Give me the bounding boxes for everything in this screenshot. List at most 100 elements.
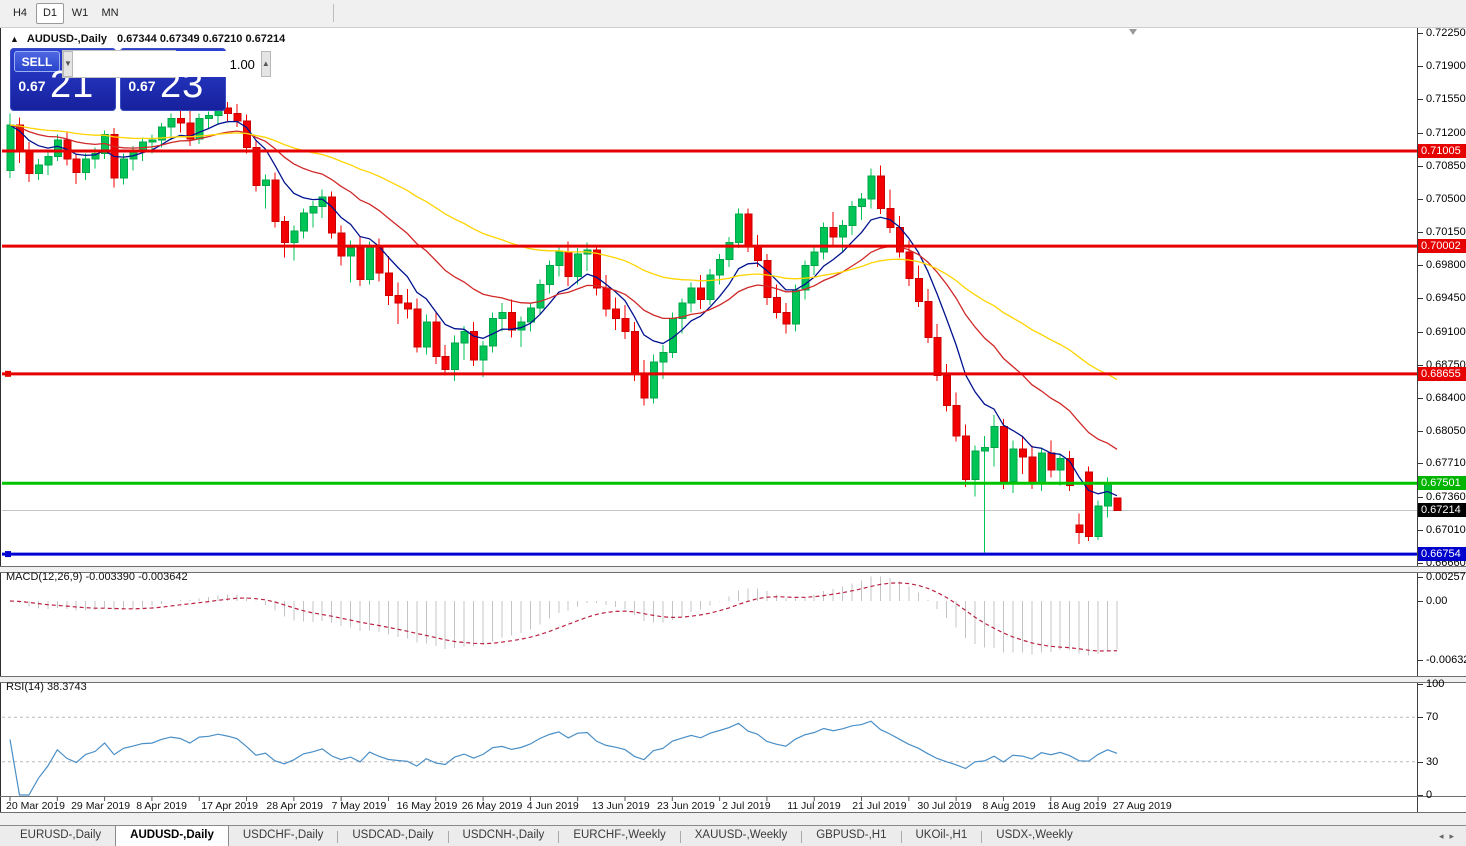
price-axis-tickmark — [1418, 66, 1423, 67]
symbol-tab-bar: EURUSD-,DailyAUDUSD-,DailyUSDCHF-,DailyU… — [0, 825, 1466, 846]
candles-layer — [7, 102, 1121, 552]
price-badge-0.70002: 0.70002 — [1418, 239, 1466, 253]
chart-left-border — [0, 28, 1, 813]
volume-decrease-button[interactable]: ▼ — [63, 51, 73, 77]
price-axis-tickmark — [1418, 99, 1423, 100]
price-chart-svg[interactable] — [0, 0, 1466, 846]
date-axis-label: 29 Mar 2019 — [71, 800, 130, 812]
price-axis-tickmark — [1418, 463, 1423, 464]
rsi-line — [10, 721, 1117, 795]
price-axis-tick: 0.71550 — [1426, 93, 1466, 105]
date-axis-label: 16 May 2019 — [397, 800, 458, 812]
ma-fast-line — [10, 122, 1117, 496]
date-axis-label: 27 Aug 2019 — [1113, 800, 1172, 812]
tabs-scroll-left-icon[interactable]: ◂ — [1439, 831, 1450, 841]
price-axis-tickmark — [1418, 33, 1423, 34]
tab-usdcad-daily[interactable]: USDCAD-,Daily — [338, 826, 447, 846]
tab-gbpusd-h1[interactable]: GBPUSD-,H1 — [802, 826, 900, 846]
price-axis-tickmark — [1418, 431, 1423, 432]
price-axis-tick: 0.70500 — [1426, 193, 1466, 205]
date-axis-label: 26 May 2019 — [462, 800, 523, 812]
rsi-axis-tickmark — [1418, 762, 1423, 763]
rsi-bottom-border — [0, 796, 1466, 797]
toolbar-timeframe-d1[interactable]: D1 — [36, 3, 64, 24]
tab-scroll-arrows: ◂▸ — [1439, 831, 1460, 842]
tab-usdchf-daily[interactable]: USDCHF-,Daily — [229, 826, 338, 846]
price-axis-tick: 0.67010 — [1426, 524, 1466, 536]
date-axis-label: 8 Aug 2019 — [983, 800, 1036, 812]
tab-xauusd-weekly[interactable]: XAUUSD-,Weekly — [681, 826, 801, 846]
toolbar-timeframe-mn[interactable]: MN — [96, 3, 124, 24]
price-axis-tick: 0.72250 — [1426, 27, 1466, 39]
rsi-axis-tickmark — [1418, 684, 1423, 685]
toolbar-timeframe-h4[interactable]: H4 — [6, 3, 34, 24]
date-axis-label: 2 Jul 2019 — [722, 800, 770, 812]
bottom-gap — [0, 813, 1466, 825]
date-axis-label: 4 Jun 2019 — [527, 800, 579, 812]
date-axis-label: 23 Jun 2019 — [657, 800, 715, 812]
buy-price-prefix: 0.67 — [128, 78, 155, 94]
rsi-axis-tick: 70 — [1426, 711, 1438, 723]
toolbar-separator — [333, 4, 334, 22]
rsi-value: 38.3743 — [47, 681, 87, 693]
macd-axis-tickmark — [1418, 601, 1423, 602]
macd-name: MACD(12,26,9) — [6, 571, 82, 583]
date-axis-label: 7 May 2019 — [332, 800, 387, 812]
price-axis-tickmark — [1418, 398, 1423, 399]
macd-axis-tick: 0.00 — [1426, 595, 1447, 607]
date-axis-label: 28 Apr 2019 — [266, 800, 323, 812]
macd-signal-line — [10, 583, 1117, 651]
macd-axis-tickmark — [1418, 660, 1423, 661]
price-axis-tick: 0.69800 — [1426, 259, 1466, 271]
price-axis-tickmark — [1418, 199, 1423, 200]
macd-histogram — [10, 577, 1117, 656]
symbol-title: AUDUSD-,Daily — [27, 33, 107, 45]
rsi-axis-tickmark — [1418, 717, 1423, 718]
price-axis-tick: 0.67710 — [1426, 457, 1466, 469]
tab-ukoil-h1[interactable]: UKOil-,H1 — [902, 826, 982, 846]
rsi-name: RSI(14) — [6, 681, 44, 693]
price-badge-0.67501: 0.67501 — [1418, 476, 1466, 490]
volume-increase-button[interactable]: ▲ — [261, 51, 271, 77]
date-axis-label: 20 Mar 2019 — [6, 800, 65, 812]
price-axis-tick: 0.69100 — [1426, 326, 1466, 338]
main-macd-splitter[interactable] — [0, 566, 1466, 573]
price-axis-tick: 0.68050 — [1426, 425, 1466, 437]
rsi-axis-tick: 0 — [1426, 789, 1432, 801]
macd-axis-tickmark — [1418, 577, 1423, 578]
hline-handle-0.66754[interactable] — [5, 551, 11, 557]
collapse-triangle-icon[interactable]: ▲ — [10, 34, 19, 44]
date-axis-label: 11 Jul 2019 — [787, 800, 841, 812]
tab-audusd-daily[interactable]: AUDUSD-,Daily — [115, 825, 229, 846]
hline-handle-0.68655[interactable] — [5, 371, 11, 377]
date-axis-label: 13 Jun 2019 — [592, 800, 650, 812]
price-axis-tick: 0.71900 — [1426, 60, 1466, 72]
date-axis-label: 18 Aug 2019 — [1048, 800, 1107, 812]
price-axis-tick: 0.70850 — [1426, 160, 1466, 172]
price-axis-tick: 0.68400 — [1426, 392, 1466, 404]
tab-usdx-weekly[interactable]: USDX-,Weekly — [982, 826, 1086, 846]
tab-eurusd-daily[interactable]: EURUSD-,Daily — [6, 826, 115, 846]
tab-usdcnh-daily[interactable]: USDCNH-,Daily — [449, 826, 559, 846]
toolbar: H4D1W1MN — [0, 0, 1466, 28]
rsi-axis-tick: 100 — [1426, 678, 1444, 690]
macd-label: MACD(12,26,9) -0.003390 -0.003642 — [6, 571, 188, 583]
chart-title: ▲ AUDUSD-,Daily 0.67344 0.67349 0.67210 0.… — [10, 33, 285, 45]
ohlc-values: 0.67344 0.67349 0.67210 0.67214 — [117, 33, 285, 45]
price-axis-tick: 0.70150 — [1426, 226, 1466, 238]
price-axis-tickmark — [1418, 232, 1423, 233]
chart-shift-marker-icon[interactable] — [1129, 29, 1137, 35]
macd-rsi-splitter[interactable] — [0, 676, 1466, 683]
price-axis-tick: 0.67360 — [1426, 491, 1466, 503]
tab-eurchf-weekly[interactable]: EURCHF-,Weekly — [559, 826, 679, 846]
price-badge-0.71005: 0.71005 — [1418, 144, 1466, 158]
toolbar-timeframe-w1[interactable]: W1 — [66, 3, 94, 24]
rsi-axis-tick: 30 — [1426, 756, 1438, 768]
tabs-scroll-right-icon[interactable]: ▸ — [1449, 831, 1460, 841]
date-axis-label: 30 Jul 2019 — [917, 800, 971, 812]
price-axis-tickmark — [1418, 365, 1423, 366]
price-badge-0.67214: 0.67214 — [1418, 503, 1466, 517]
sell-price-prefix: 0.67 — [18, 78, 45, 94]
price-axis-tick: 0.71200 — [1426, 127, 1466, 139]
volume-input[interactable] — [73, 51, 261, 77]
